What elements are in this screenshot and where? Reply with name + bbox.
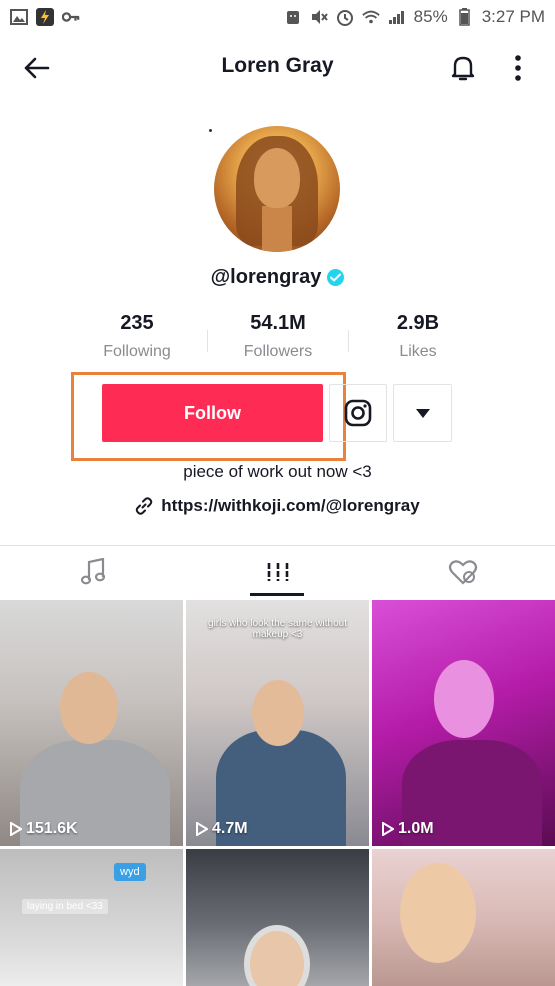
- play-icon: [382, 822, 394, 836]
- view-count: 1.0M: [382, 820, 434, 838]
- notifications-button[interactable]: [445, 50, 481, 86]
- thumb-figure: [60, 672, 118, 744]
- alarm-icon: [336, 8, 354, 26]
- avatar-face: [254, 148, 300, 208]
- clock: 3:27 PM: [481, 7, 545, 26]
- avatar-neck: [262, 206, 292, 252]
- view-count-text: 151.6K: [26, 820, 78, 837]
- decorative-dot: [209, 129, 212, 132]
- bio-link-text: https://withkoji.com/@lorengray: [161, 496, 420, 515]
- play-icon: [196, 822, 208, 836]
- likes-count: 2.9B: [396, 312, 440, 334]
- following-label: Following: [103, 343, 171, 360]
- profile-header: Loren Gray: [0, 40, 555, 96]
- instagram-icon: [344, 399, 372, 427]
- video-thumbnail[interactable]: laying in bed <33 wyd: [0, 849, 183, 986]
- video-thumbnail[interactable]: 151.6K: [0, 600, 183, 846]
- followers-count: 54.1M: [250, 312, 306, 334]
- suggested-accounts-button[interactable]: [393, 384, 452, 442]
- video-thumbnail[interactable]: [186, 849, 369, 986]
- battery-icon: [456, 8, 474, 26]
- tab-liked[interactable]: [370, 546, 555, 598]
- follow-button[interactable]: Follow: [102, 384, 323, 442]
- play-icon: [10, 822, 22, 836]
- video-grid: 151.6K girls who look the same without m…: [0, 600, 555, 986]
- wifi-icon: [361, 8, 380, 26]
- view-count: 4.7M: [196, 820, 248, 838]
- more-vertical-icon: [515, 55, 521, 81]
- more-options-button[interactable]: [500, 50, 536, 86]
- thumb-figure: [400, 863, 476, 963]
- video-thumbnail[interactable]: girls who look the same without makeup <…: [186, 600, 369, 846]
- video-thumbnail[interactable]: [372, 849, 555, 986]
- video-badge: wyd: [114, 863, 146, 881]
- gallery-icon: [10, 8, 28, 26]
- bell-icon: [451, 56, 475, 81]
- bio-text: piece of work out now <3: [183, 462, 372, 481]
- likes-label: Likes: [399, 343, 437, 360]
- android-icon: [284, 8, 302, 26]
- link-icon: [136, 497, 153, 515]
- music-note-icon: [80, 558, 105, 585]
- video-thumbnail[interactable]: 1.0M: [372, 600, 555, 846]
- video-tag: laying in bed <33: [22, 899, 108, 914]
- tab-videos[interactable]: [185, 546, 370, 598]
- thumb-figure: [434, 660, 494, 738]
- grid-icon: [267, 563, 288, 581]
- profile-stats: 235 Following 54.1M Followers 2.9B Likes: [0, 312, 555, 368]
- thumb-figure: [244, 925, 310, 986]
- video-caption: girls who look the same without makeup <…: [208, 618, 347, 640]
- liked-hidden-icon: [448, 560, 477, 585]
- bio-link[interactable]: https://withkoji.com/@lorengray: [0, 496, 555, 516]
- avatar[interactable]: [214, 126, 340, 252]
- stat-likes[interactable]: 2.9B Likes: [348, 312, 488, 361]
- username: @lorengray: [210, 266, 322, 288]
- signal-icon: [388, 8, 406, 26]
- caret-down-icon: [415, 408, 430, 418]
- key-icon: [62, 8, 80, 26]
- flash-app-icon: [36, 8, 54, 26]
- mute-icon: [310, 8, 328, 26]
- view-count-text: 4.7M: [212, 820, 248, 837]
- following-count: 235: [120, 312, 154, 334]
- view-count: 151.6K: [10, 820, 78, 838]
- battery-percent: 85%: [413, 7, 448, 26]
- stat-following[interactable]: 235 Following: [67, 312, 207, 361]
- followers-label: Followers: [243, 343, 313, 360]
- content-tabs: [0, 545, 555, 597]
- tab-sounds[interactable]: [0, 546, 185, 598]
- username-row: @lorengray: [0, 266, 555, 289]
- instagram-button[interactable]: [329, 384, 387, 442]
- view-count-text: 1.0M: [398, 820, 434, 837]
- stat-followers[interactable]: 54.1M Followers: [208, 312, 348, 361]
- active-tab-indicator: [250, 593, 304, 596]
- status-bar: 85% 3:27 PM: [0, 0, 555, 34]
- thumb-figure: [252, 680, 304, 746]
- verified-badge-icon: [327, 269, 345, 286]
